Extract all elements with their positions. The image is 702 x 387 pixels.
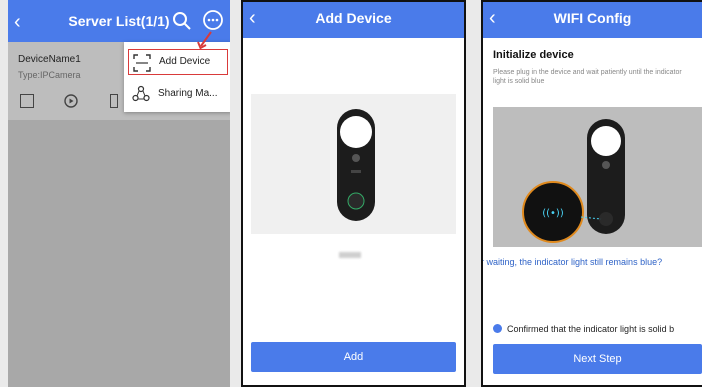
device-name: DeviceName1: [18, 54, 81, 65]
device-type: Type:IPCamera: [18, 70, 81, 80]
more-options-icon[interactable]: [202, 9, 224, 31]
waiting-help-link[interactable]: r waiting, the indicator light still rem…: [483, 257, 702, 267]
scan-icon: [133, 54, 151, 72]
confirm-checkbox[interactable]: Confirmed that the indicator light is so…: [493, 324, 674, 334]
page-title: Server List(1/1): [68, 13, 170, 29]
pointer-arrow-icon: [197, 31, 212, 50]
edit-icon[interactable]: [20, 94, 34, 108]
check-icon: [493, 324, 502, 333]
share-icon: [132, 85, 150, 102]
doorbell-indicator-image: ((•)): [522, 119, 625, 243]
page-title: Add Device: [315, 10, 392, 26]
menu-item-sharing[interactable]: Sharing Ma...: [128, 81, 228, 107]
options-menu: Add Device Sharing Ma...: [124, 42, 230, 112]
instruction-text: Please plug in the device and wait patie…: [493, 69, 682, 85]
add-device-screen: ‹ Add Device Add: [241, 0, 466, 387]
doorbell-image: [337, 109, 375, 221]
server-list-screen: ‹ Server List(1/1) DeviceName1 Type:IPCa…: [8, 0, 230, 387]
section-heading: Initialize device: [493, 49, 574, 61]
menu-label: Sharing Ma...: [158, 88, 218, 99]
menu-label: Add Device: [159, 56, 211, 67]
next-step-button[interactable]: Next Step: [493, 344, 702, 374]
page-title: WIFI Config: [553, 10, 632, 26]
blurred-label: [339, 252, 361, 258]
wifi-config-screen: ‹ WIFI Config Initialize device Please p…: [481, 0, 702, 387]
header-bar: ‹ Add Device: [243, 2, 464, 38]
delete-icon[interactable]: [110, 94, 118, 108]
add-button[interactable]: Add: [251, 342, 456, 372]
svg-text:((•)): ((•)): [542, 208, 564, 219]
menu-item-add-device[interactable]: Add Device: [128, 49, 228, 75]
play-icon[interactable]: [64, 94, 78, 108]
search-icon[interactable]: [172, 11, 192, 31]
device-image: [251, 94, 456, 234]
header-bar: ‹ WIFI Config: [483, 2, 702, 38]
device-image: ((•)): [493, 107, 702, 247]
confirm-label: Confirmed that the indicator light is so…: [507, 324, 675, 334]
